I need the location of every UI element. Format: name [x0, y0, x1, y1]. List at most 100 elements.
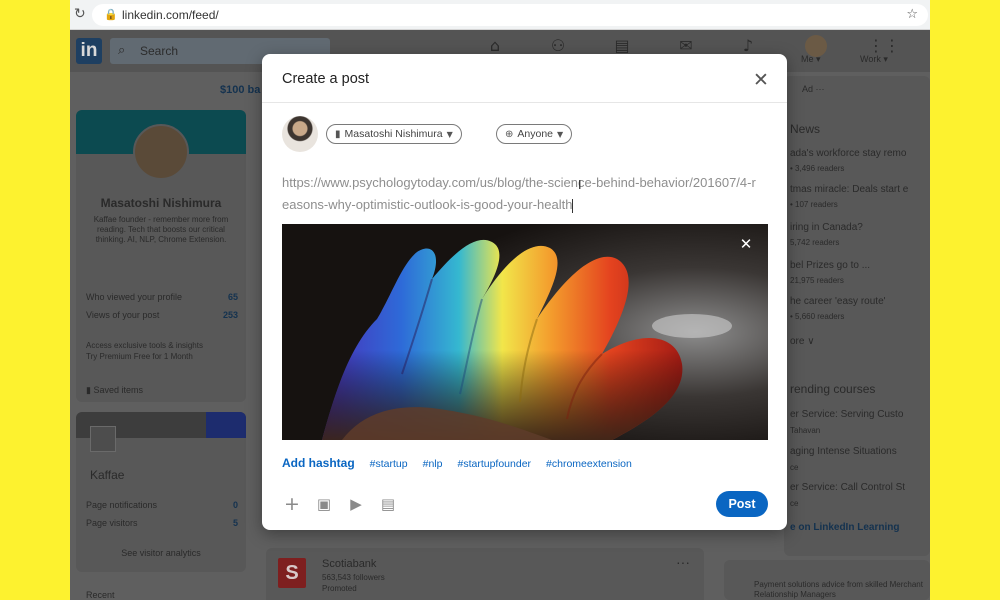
news-readers: 21,975 readers: [790, 276, 844, 285]
news-headline[interactable]: bel Prizes go to ...: [790, 260, 870, 271]
stat-value: 65: [227, 292, 238, 302]
course-author: ce: [790, 463, 799, 472]
profile-stat-row[interactable]: Who viewed your profile 65: [86, 292, 238, 302]
premium-promo[interactable]: Access exclusive tools & insights Try Pr…: [86, 340, 238, 362]
feed-followers: 563,543 followers: [322, 573, 385, 582]
url-text[interactable]: linkedin.com/feed/: [122, 8, 219, 22]
photo-icon[interactable]: ▣: [314, 495, 334, 513]
course-author: ce: [790, 499, 799, 508]
author-avatar: [282, 116, 318, 152]
remove-image-icon[interactable]: ✕: [736, 234, 756, 254]
reload-icon[interactable]: ↻: [74, 6, 86, 22]
ad-label: Ad ···: [802, 84, 825, 94]
scotiabank-logo[interactable]: S: [278, 558, 306, 588]
hashtag-suggestion[interactable]: #startupfounder: [457, 458, 531, 470]
hashtag-bar: Add hashtag #startup #nlp #startupfounde…: [282, 456, 632, 470]
jobs-icon[interactable]: ▤: [612, 36, 632, 55]
show-more-link[interactable]: ore ∨: [790, 336, 815, 347]
ad-text[interactable]: Payment solutions advice from skilled Me…: [754, 580, 930, 600]
modal-divider: [262, 102, 787, 103]
course-title[interactable]: er Service: Serving Custo: [790, 409, 903, 420]
news-headline[interactable]: iring in Canada?: [790, 222, 863, 233]
news-readers: 5,742 readers: [790, 238, 840, 247]
stat-value: 0: [232, 500, 238, 510]
company-page-card: Kaffae Page notifications 0 Page visitor…: [76, 412, 246, 572]
course-title[interactable]: aging Intense Situations: [790, 446, 897, 457]
premium-trial-link[interactable]: Try Premium Free for 1 Month: [86, 351, 238, 362]
modal-title: Create a post: [282, 71, 370, 87]
video-icon[interactable]: ▶: [346, 495, 366, 513]
course-title[interactable]: er Service: Call Control St: [790, 482, 905, 493]
stat-label: Who viewed your profile: [86, 292, 183, 302]
stat-value: 253: [222, 310, 238, 320]
add-hashtag-button[interactable]: Add hashtag: [282, 456, 355, 470]
grid-icon[interactable]: ⋮⋮: [868, 36, 900, 55]
me-menu-label[interactable]: Me ▾: [801, 54, 821, 65]
network-icon[interactable]: ⚇: [548, 36, 568, 55]
document-icon[interactable]: ▤: [378, 495, 398, 513]
news-readers: • 5,660 readers: [790, 312, 845, 321]
profile-avatar[interactable]: [133, 124, 189, 180]
visibility-label: Anyone: [517, 128, 554, 140]
notifications-icon[interactable]: ♪: [738, 36, 758, 55]
author-name: Masatoshi Nishimura: [344, 128, 443, 140]
saved-items-link[interactable]: ▮ Saved items: [86, 385, 143, 396]
page-stat-row[interactable]: Page visitors 5: [86, 518, 238, 528]
linkedin-logo[interactable]: in: [76, 38, 102, 64]
news-headline[interactable]: ada's workforce stay remo: [790, 148, 906, 159]
page-logo[interactable]: [90, 426, 116, 452]
person-icon: ▮: [335, 128, 341, 140]
stat-value: 5: [232, 518, 238, 528]
hashtag-suggestion[interactable]: #nlp: [423, 458, 443, 470]
page-banner-accent: [206, 412, 246, 438]
close-icon[interactable]: ✕: [749, 68, 773, 92]
news-headline[interactable]: tmas miracle: Deals start e: [790, 184, 908, 195]
profile-stat-row[interactable]: Views of your post 253: [86, 310, 238, 320]
premium-offer-text[interactable]: $100 ba: [220, 84, 260, 96]
browser-window: ↻ 🔒 linkedin.com/feed/ ☆ in ⌕ Search ⌂ ⚇…: [70, 0, 930, 600]
post-text-content: https://www.psychologytoday.com/us/blog/…: [282, 175, 756, 212]
profile-name[interactable]: Masatoshi Nishimura: [76, 196, 246, 210]
news-headline[interactable]: he career 'easy route': [790, 296, 886, 307]
chevron-down-icon: ▼: [446, 129, 453, 139]
visibility-selector[interactable]: ⊕ Anyone ▼: [496, 124, 573, 144]
profile-card: Masatoshi Nishimura Kaffae founder - rem…: [76, 110, 246, 402]
news-readers: • 107 readers: [790, 200, 838, 209]
linkedin-learning-link[interactable]: e on LinkedIn Learning: [790, 522, 899, 533]
hashtag-suggestion[interactable]: #chromeextension: [546, 458, 632, 470]
visitor-analytics-link[interactable]: See visitor analytics: [76, 548, 246, 558]
address-bar[interactable]: 🔒 linkedin.com/feed/ ☆: [92, 4, 928, 26]
page-stat-row[interactable]: Page notifications 0: [86, 500, 238, 510]
author-selector[interactable]: ▮ Masatoshi Nishimura ▼: [326, 124, 462, 144]
feed-promoted: Promoted: [322, 584, 357, 593]
ad-card: Payment solutions advice from skilled Me…: [724, 560, 930, 600]
messaging-icon[interactable]: ✉: [676, 36, 696, 55]
saved-items-label: Saved items: [93, 385, 143, 395]
stat-label: Views of your post: [86, 310, 160, 320]
stat-label: Page visitors: [86, 518, 138, 528]
work-menu-label[interactable]: Work ▾: [860, 54, 888, 65]
profile-description: Kaffae founder - remember more from read…: [93, 215, 229, 244]
home-icon[interactable]: ⌂: [485, 36, 505, 55]
add-icon[interactable]: +: [282, 495, 302, 514]
feed-post-card: S Scotiabank 563,543 followers Promoted …: [266, 548, 704, 600]
stat-label: Page notifications: [86, 500, 158, 510]
rainbow-hands-image: [282, 224, 768, 440]
bookmark-star-icon[interactable]: ☆: [906, 7, 918, 22]
page-name[interactable]: Kaffae: [90, 468, 124, 482]
search-input[interactable]: Search: [140, 44, 178, 58]
post-button[interactable]: Post: [716, 491, 768, 517]
courses-title: rending courses: [790, 382, 876, 396]
feed-company-name[interactable]: Scotiabank: [322, 558, 376, 570]
search-icon: ⌕: [118, 43, 126, 58]
create-post-modal: Create a post ✕ ▮ Masatoshi Nishimura ▼ …: [262, 54, 787, 530]
more-options-icon[interactable]: ···: [676, 554, 690, 570]
post-text-editor[interactable]: https://www.psychologytoday.com/us/blog/…: [282, 172, 760, 216]
browser-toolbar: ↻ 🔒 linkedin.com/feed/ ☆: [70, 0, 930, 30]
text-cursor-icon: I: [578, 178, 582, 192]
feed-company-meta: 563,543 followers Promoted: [322, 572, 385, 594]
hashtag-suggestion[interactable]: #startup: [370, 458, 408, 470]
course-author: Tahavan: [790, 426, 821, 435]
news-title: News: [790, 122, 821, 136]
chevron-down-icon: ▼: [557, 129, 564, 139]
